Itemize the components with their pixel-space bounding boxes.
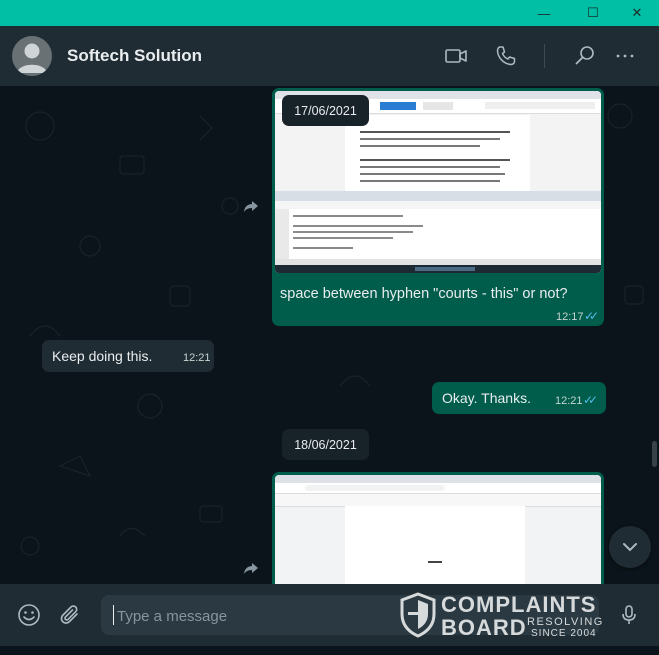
menu-icon[interactable]	[613, 44, 637, 68]
date-divider: 17/06/2021	[282, 95, 369, 126]
scroll-to-bottom-button[interactable]	[609, 526, 651, 568]
text-caret	[113, 605, 114, 625]
close-window-button[interactable]: ✕	[614, 0, 659, 26]
watermark-line3: RESOLVING	[527, 616, 604, 628]
forward-icon[interactable]	[242, 197, 260, 215]
outgoing-message[interactable]: Okay. Thanks. 12:21 ✓✓	[432, 382, 606, 414]
read-receipt-icon: ✓✓	[583, 393, 598, 407]
contact-name[interactable]: Softech Solution	[67, 46, 202, 66]
message-text: Okay. Thanks.	[442, 390, 531, 406]
search-icon[interactable]	[573, 44, 597, 68]
date-divider: 18/06/2021	[282, 429, 369, 460]
message-list[interactable]: space between hyphen "courts - this" or …	[0, 86, 659, 584]
incoming-message[interactable]: Keep doing this. 12:21	[42, 340, 214, 372]
microphone-icon[interactable]	[617, 603, 641, 627]
emoji-icon[interactable]	[17, 603, 41, 627]
maximize-button[interactable]: ☐	[570, 0, 616, 26]
contact-avatar[interactable]	[12, 36, 52, 76]
message-time: 12:21	[555, 395, 583, 407]
header-divider	[544, 44, 545, 68]
complaintsboard-watermark: COMPLAINTS BOARD RESOLVING SINCE 2004	[397, 590, 609, 640]
message-time: 12:17	[556, 311, 584, 323]
voice-call-icon[interactable]	[494, 44, 518, 68]
forward-icon[interactable]	[242, 559, 260, 577]
attach-icon[interactable]	[58, 603, 82, 627]
video-call-icon[interactable]	[444, 44, 468, 68]
watermark-line2: BOARD	[441, 615, 527, 640]
window-titlebar: — ☐ ✕	[0, 0, 659, 26]
screenshot-image[interactable]	[275, 475, 601, 584]
message-composer: COMPLAINTS BOARD RESOLVING SINCE 2004	[0, 584, 659, 646]
minimize-button[interactable]: —	[521, 0, 567, 26]
default-avatar-icon	[17, 43, 47, 73]
message-caption: space between hyphen "courts - this" or …	[280, 286, 568, 302]
chat-header: Softech Solution	[0, 26, 659, 86]
window-bottom-edge	[0, 646, 659, 655]
message-time: 12:21	[183, 352, 211, 364]
scrollbar-thumb[interactable]	[652, 441, 657, 467]
message-input[interactable]	[115, 595, 399, 637]
watermark-line4: SINCE 2004	[531, 628, 597, 639]
read-receipt-icon: ✓✓	[584, 309, 599, 323]
chevron-down-icon	[623, 543, 637, 552]
message-text: Keep doing this.	[52, 348, 153, 364]
image-message[interactable]	[272, 472, 604, 584]
shield-logo-icon	[400, 592, 436, 638]
